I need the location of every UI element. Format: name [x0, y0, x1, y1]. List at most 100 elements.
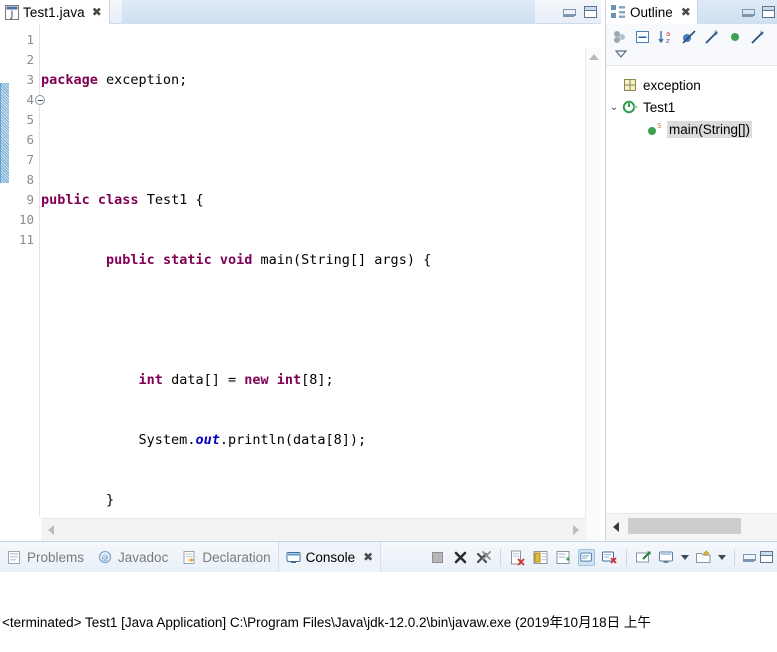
editor-tab-bar: J Test1.java ✖ — [0, 0, 601, 24]
svg-text:S: S — [657, 122, 662, 130]
keyword-void: void — [219, 252, 253, 268]
editor-horizontal-scrollbar[interactable] — [41, 518, 586, 541]
tab-label: Declaration — [202, 549, 271, 565]
minimize-icon[interactable] — [743, 553, 756, 562]
tab-javadoc[interactable]: @ Javadoc — [91, 542, 175, 572]
code-text-span: [8]; — [301, 372, 334, 388]
outline-panel: Outline ✖ a z S L exception ⌄ Test1 S ma… — [605, 0, 777, 541]
keyword-int: int — [276, 372, 302, 388]
outline-item-main-method[interactable]: S main(String[]) — [606, 118, 777, 140]
svg-text:@: @ — [102, 554, 109, 562]
tab-declaration[interactable]: Declaration — [175, 542, 277, 572]
keyword-int: int — [138, 372, 163, 388]
class-icon — [622, 99, 638, 115]
code-text-span: .println(data[8]); — [219, 432, 367, 448]
line-number-label: 4 — [26, 92, 34, 107]
word-wrap-icon[interactable] — [555, 549, 572, 566]
clear-console-icon[interactable] — [509, 549, 526, 566]
chevron-down-icon[interactable]: ⌄ — [606, 102, 622, 113]
toolbar-separator — [626, 548, 627, 566]
collapse-all-icon[interactable] — [635, 29, 651, 45]
outline-item-exception[interactable]: exception — [606, 74, 777, 96]
code-line-6: int data[] = new int[8]; — [41, 370, 561, 390]
svg-text:J: J — [10, 10, 14, 20]
hide-local-types-icon[interactable]: L — [750, 29, 766, 45]
line-number-ruler: 1 2 3 4 5 6 7 8 9 10 11 — [0, 30, 45, 250]
svg-text:L: L — [760, 30, 764, 37]
minimize-icon[interactable] — [563, 8, 576, 17]
new-console-view-icon[interactable] — [695, 549, 712, 566]
sort-alphabetical-icon[interactable]: a z — [658, 29, 674, 45]
terminate-icon[interactable] — [429, 549, 446, 566]
maximize-icon[interactable] — [584, 6, 597, 18]
maximize-icon[interactable] — [762, 6, 775, 18]
scroll-left-arrow-icon[interactable] — [48, 525, 54, 535]
pin-console-icon[interactable] — [601, 549, 618, 566]
remove-launch-icon[interactable] — [452, 549, 469, 566]
scroll-left-arrow-icon[interactable] — [613, 522, 619, 532]
chevron-down-icon[interactable] — [718, 554, 726, 560]
tab-problems[interactable]: Problems — [0, 542, 91, 572]
view-menu-icon[interactable] — [614, 47, 630, 63]
console-panel: Problems @ Javadoc Declaration Console ✖… — [0, 541, 777, 652]
line-number: 2 — [26, 52, 34, 67]
keyword-static: static — [162, 252, 212, 268]
show-console-on-output-icon[interactable] — [578, 548, 595, 566]
line-number: 5 — [26, 112, 34, 127]
outline-tree[interactable]: exception ⌄ Test1 S main(String[]) — [606, 67, 777, 511]
scroll-lock-icon[interactable] — [532, 549, 549, 566]
outline-item-test1[interactable]: ⌄ Test1 — [606, 96, 777, 118]
line-number: 10 — [18, 212, 34, 227]
remove-all-launches-icon[interactable] — [475, 549, 492, 566]
outline-item-label: Test1 — [643, 99, 676, 115]
outline-toolbar: a z S L — [606, 24, 777, 66]
editor-vertical-scrollbar[interactable] — [585, 48, 601, 541]
code-line-8: } — [41, 490, 561, 510]
outline-item-label: main(String[]) — [667, 120, 753, 138]
eclipse-ide-window: J Test1.java ✖ 1 2 3 4 5 6 7 8 9 10 11 p… — [0, 0, 777, 652]
tab-console[interactable]: Console ✖ — [277, 542, 382, 572]
editor-window-controls — [563, 0, 597, 24]
close-icon[interactable]: ✖ — [92, 6, 102, 18]
line-number: 9 — [26, 192, 34, 207]
tab-label: Javadoc — [118, 549, 169, 565]
code-text-span: data[] = — [162, 372, 245, 388]
display-selected-console-icon[interactable] — [635, 549, 652, 566]
hide-nonpublic-icon[interactable] — [727, 29, 743, 45]
hide-static-icon[interactable]: S — [704, 29, 720, 45]
method-public-static-icon: S — [646, 121, 662, 137]
open-console-icon[interactable] — [658, 549, 675, 566]
outline-tab-label: Outline — [630, 4, 673, 20]
scroll-right-arrow-icon[interactable] — [573, 525, 579, 535]
editor-tab-strip-empty — [122, 0, 535, 24]
line-number: 4 — [0, 90, 45, 110]
editor-tab-test1-java[interactable]: J Test1.java ✖ — [0, 0, 110, 24]
outline-horizontal-scrollbar[interactable] — [606, 513, 777, 541]
hide-fields-icon[interactable] — [681, 29, 697, 45]
scroll-up-arrow-icon[interactable] — [589, 54, 599, 60]
scrollbar-thumb[interactable] — [628, 518, 741, 534]
maximize-icon[interactable] — [760, 551, 773, 563]
editor-gutter[interactable]: 1 2 3 4 5 6 7 8 9 10 11 — [0, 24, 45, 517]
console-tab-bar: Problems @ Javadoc Declaration Console ✖ — [0, 542, 777, 572]
line-number: 8 — [26, 172, 34, 187]
console-icon — [286, 550, 301, 565]
console-output[interactable]: <terminated> Test1 [Java Application] C:… — [0, 572, 777, 652]
editor-gutter-footer — [0, 518, 41, 541]
close-icon[interactable]: ✖ — [681, 6, 691, 18]
outline-tab[interactable]: Outline ✖ — [606, 0, 698, 24]
declaration-icon — [182, 550, 197, 565]
sort-members-icon[interactable] — [612, 29, 628, 45]
code-line-7: System.out.println(data[8]); — [41, 430, 561, 450]
code-text-span: System. — [138, 432, 196, 448]
editor-tab-label: Test1.java — [23, 4, 85, 20]
minimize-icon[interactable] — [742, 8, 755, 17]
chevron-down-icon[interactable] — [681, 554, 689, 560]
keyword-package: package — [41, 72, 98, 88]
tab-label: Problems — [27, 549, 85, 565]
line-number: 1 — [26, 32, 34, 47]
code-editor-area[interactable]: 1 2 3 4 5 6 7 8 9 10 11 package exceptio… — [0, 24, 601, 628]
close-icon[interactable]: ✖ — [363, 551, 373, 563]
console-toolbar — [429, 542, 775, 572]
